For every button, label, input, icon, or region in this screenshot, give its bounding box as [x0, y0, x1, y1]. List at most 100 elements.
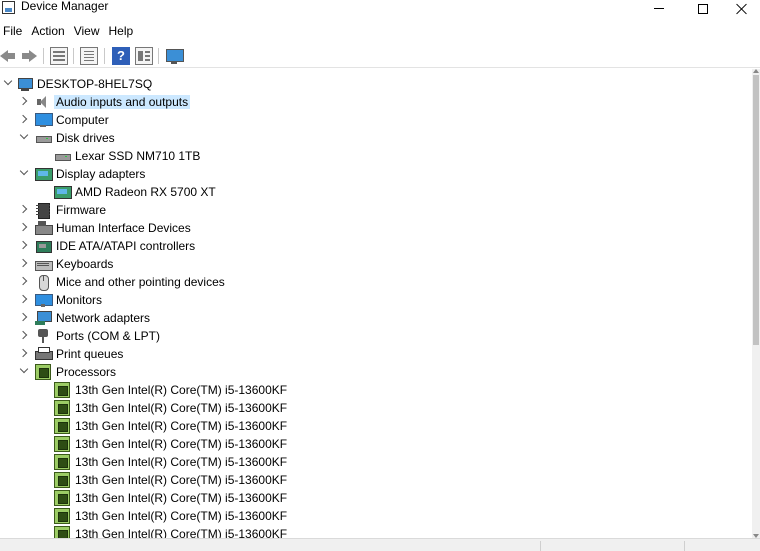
toolbar-separator: [158, 48, 159, 64]
tree-root[interactable]: DESKTOP-8HEL7SQ: [0, 75, 752, 93]
chevron-right-icon[interactable]: [19, 349, 28, 358]
close-icon: [736, 3, 748, 15]
properties-grid-icon[interactable]: [50, 47, 68, 65]
tree-node-processors[interactable]: Processors: [0, 363, 752, 381]
maximize-button[interactable]: [680, 0, 726, 17]
tree-node-disk-drives[interactable]: Disk drives: [0, 129, 752, 147]
status-divider: [684, 541, 685, 551]
processor-icon: [54, 436, 70, 452]
tree-device-label: 13th Gen Intel(R) Core(TM) i5-13600KF: [75, 527, 288, 538]
chevron-right-icon[interactable]: [19, 295, 28, 304]
menu-bar: File Action View Help: [0, 22, 760, 41]
chevron-down-icon[interactable]: [19, 367, 28, 376]
toolbar: ?: [0, 44, 760, 68]
processor-icon: [54, 382, 70, 398]
toolbar-separator: [73, 48, 74, 64]
vertical-scrollbar[interactable]: [752, 69, 760, 538]
chevron-right-icon[interactable]: [19, 241, 28, 250]
forward-arrow-icon[interactable]: [20, 47, 38, 65]
tree-node-computer[interactable]: Computer: [0, 111, 752, 129]
toolbar-separator: [43, 48, 44, 64]
mouse-icon: [35, 274, 51, 291]
tree-device-label: 13th Gen Intel(R) Core(TM) i5-13600KF: [75, 455, 288, 469]
tree-device-cpu[interactable]: 13th Gen Intel(R) Core(TM) i5-13600KF: [0, 417, 752, 435]
help-icon[interactable]: ?: [112, 47, 130, 65]
tree-device-cpu[interactable]: 13th Gen Intel(R) Core(TM) i5-13600KF: [0, 381, 752, 399]
menu-action[interactable]: Action: [28, 22, 70, 41]
tree-node-label: Print queues: [56, 347, 124, 361]
tree-node-ide[interactable]: IDE ATA/ATAPI controllers: [0, 237, 752, 255]
maximize-icon: [698, 3, 708, 14]
tree-node-keyboards[interactable]: Keyboards: [0, 255, 752, 273]
tree-node-label: Disk drives: [56, 131, 115, 145]
tree-node-label: Mice and other pointing devices: [56, 275, 225, 289]
processor-icon: [54, 472, 70, 488]
processor-icon: [54, 454, 70, 470]
minimize-button[interactable]: [636, 0, 682, 17]
title-bar: Device Manager: [0, 0, 760, 17]
chevron-right-icon[interactable]: [19, 223, 28, 232]
tree-device-disk[interactable]: Lexar SSD NM710 1TB: [0, 147, 752, 165]
update-driver-icon[interactable]: [80, 47, 98, 65]
scroll-up-icon[interactable]: [753, 69, 759, 73]
chevron-right-icon[interactable]: [19, 97, 28, 106]
processor-icon: [54, 508, 70, 524]
tree-node-firmware[interactable]: Firmware: [0, 201, 752, 219]
tree-device-gpu[interactable]: AMD Radeon RX 5700 XT: [0, 183, 752, 201]
tree-node-label: IDE ATA/ATAPI controllers: [56, 239, 196, 253]
menu-file[interactable]: File: [0, 22, 28, 41]
firmware-icon: [35, 202, 51, 219]
tree-device-label: 13th Gen Intel(R) Core(TM) i5-13600KF: [75, 419, 288, 433]
chevron-down-icon[interactable]: [19, 133, 28, 142]
window-title: Device Manager: [21, 0, 109, 13]
computer-icon: [35, 112, 53, 128]
ide-controller-icon: [35, 238, 52, 254]
tree-node-print-queues[interactable]: Print queues: [0, 345, 752, 363]
status-divider: [540, 541, 541, 551]
tree-node-label: Display adapters: [56, 167, 146, 181]
status-bar: [0, 538, 760, 551]
tree-node-label: Monitors: [56, 293, 103, 307]
tree-node-label: Human Interface Devices: [56, 221, 191, 235]
chevron-down-icon[interactable]: [3, 79, 12, 88]
close-button[interactable]: [724, 0, 760, 17]
tree-device-cpu[interactable]: 13th Gen Intel(R) Core(TM) i5-13600KF: [0, 489, 752, 507]
tree-device-cpu[interactable]: 13th Gen Intel(R) Core(TM) i5-13600KF: [0, 453, 752, 471]
monitor-icon: [35, 292, 53, 308]
tree-node-hid[interactable]: Human Interface Devices: [0, 219, 752, 237]
show-hidden-icon[interactable]: [135, 47, 153, 65]
tree-node-audio[interactable]: Audio inputs and outputs: [0, 93, 752, 111]
scrollbar-thumb[interactable]: [753, 75, 759, 345]
disk-drive-icon: [35, 130, 52, 146]
processor-icon: [54, 490, 70, 506]
chevron-right-icon[interactable]: [19, 313, 28, 322]
device-tree[interactable]: DESKTOP-8HEL7SQ Audio inputs and outputs…: [0, 69, 752, 538]
tree-node-network[interactable]: Network adapters: [0, 309, 752, 327]
tree-device-label: 13th Gen Intel(R) Core(TM) i5-13600KF: [75, 509, 288, 523]
chevron-right-icon[interactable]: [19, 205, 28, 214]
tree-device-cpu[interactable]: 13th Gen Intel(R) Core(TM) i5-13600KF: [0, 435, 752, 453]
display-adapter-icon: [35, 166, 53, 182]
network-adapter-icon: [35, 310, 52, 326]
menu-help[interactable]: Help: [106, 22, 140, 41]
processor-icon: [35, 364, 51, 380]
back-arrow-icon[interactable]: [0, 47, 18, 65]
chevron-right-icon[interactable]: [19, 115, 28, 124]
scan-hardware-icon[interactable]: [165, 47, 184, 65]
tree-device-cpu[interactable]: 13th Gen Intel(R) Core(TM) i5-13600KF: [0, 399, 752, 417]
menu-view[interactable]: View: [71, 22, 106, 41]
chevron-right-icon[interactable]: [19, 259, 28, 268]
processor-icon: [54, 418, 70, 434]
tree-device-cpu[interactable]: 13th Gen Intel(R) Core(TM) i5-13600KF: [0, 507, 752, 525]
tree-device-cpu[interactable]: 13th Gen Intel(R) Core(TM) i5-13600KF: [0, 471, 752, 489]
chevron-right-icon[interactable]: [19, 331, 28, 340]
chevron-down-icon[interactable]: [19, 169, 28, 178]
computer-root-icon: [17, 76, 33, 92]
chevron-right-icon[interactable]: [19, 277, 28, 286]
tree-node-mice[interactable]: Mice and other pointing devices: [0, 273, 752, 291]
tree-device-cpu[interactable]: 13th Gen Intel(R) Core(TM) i5-13600KF: [0, 525, 752, 538]
tree-node-ports[interactable]: Ports (COM & LPT): [0, 327, 752, 345]
tree-node-display-adapters[interactable]: Display adapters: [0, 165, 752, 183]
keyboard-icon: [35, 256, 53, 272]
tree-node-monitors[interactable]: Monitors: [0, 291, 752, 309]
